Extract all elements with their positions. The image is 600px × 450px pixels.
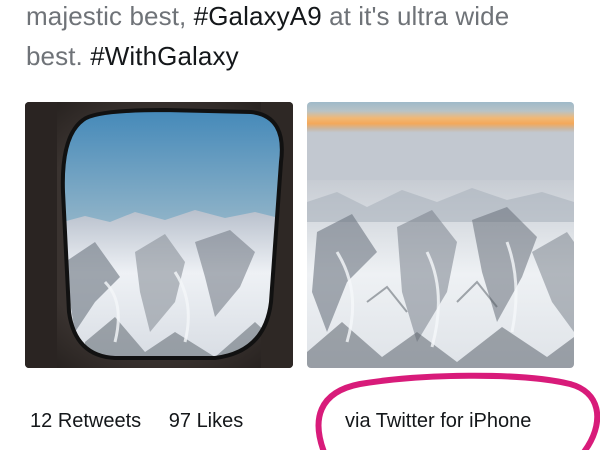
- tweet-stats: 12 Retweets 97 Likes: [30, 406, 243, 436]
- tweet-text-line-1: majestic best, #GalaxyA9 at it's ultra w…: [26, 0, 596, 36]
- likes-count: 97: [168, 410, 191, 432]
- photo-window-view-image: [25, 102, 293, 368]
- retweets-stat[interactable]: 12 Retweets: [30, 406, 141, 436]
- hashtag-withgalaxy-link[interactable]: #WithGalaxy: [90, 41, 238, 71]
- tweet-source-link[interactable]: via Twitter for iPhone: [345, 406, 531, 436]
- tweet-photo-window-view[interactable]: [25, 102, 293, 368]
- likes-stat[interactable]: 97 Likes: [169, 406, 244, 436]
- photo-mountain-range-image: [307, 102, 574, 368]
- tweet-text: majestic best, #GalaxyA9 at it's ultra w…: [26, 0, 596, 76]
- tweet-text-line-2: best. #WithGalaxy: [26, 36, 596, 76]
- tweet-text-segment: at it's ultra wide: [321, 1, 510, 31]
- retweets-label: Retweets: [57, 410, 142, 432]
- hashtag-galaxya9-link[interactable]: #GalaxyA9: [194, 1, 322, 31]
- likes-label: Likes: [196, 410, 244, 432]
- retweets-count: 12: [30, 410, 53, 432]
- tweet-text-segment: majestic best,: [26, 1, 194, 31]
- tweet-text-segment: best.: [26, 41, 91, 71]
- tweet-photo-mountain-range[interactable]: [307, 102, 574, 368]
